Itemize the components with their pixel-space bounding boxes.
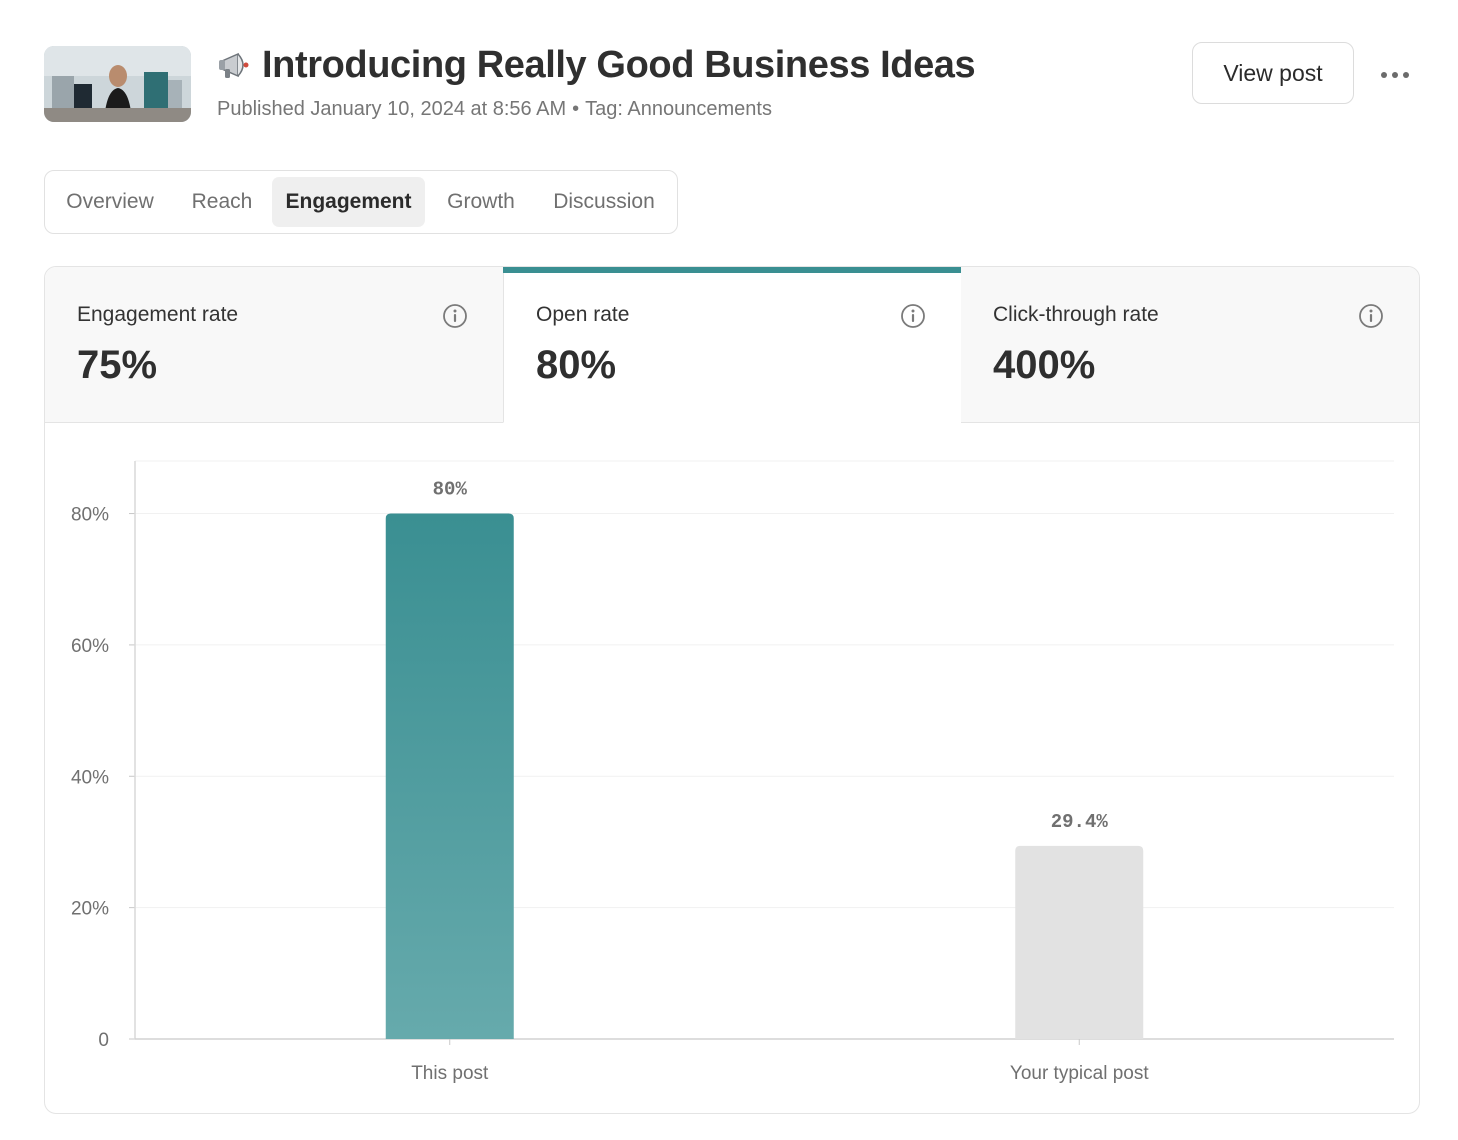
- bar-value-label: 29.4%: [1051, 811, 1109, 833]
- tab-reach[interactable]: Reach: [175, 177, 269, 227]
- analytics-tabs: Overview Reach Engagement Growth Discuss…: [44, 170, 678, 234]
- x-category-label: This post: [411, 1063, 489, 1084]
- bar-this-post: [385, 513, 514, 1039]
- tab-engagement[interactable]: Engagement: [272, 177, 425, 227]
- tab-growth[interactable]: Growth: [429, 177, 533, 227]
- megaphone-icon: [219, 52, 249, 78]
- y-tick-label: 0: [98, 1030, 109, 1051]
- y-tick-label: 60%: [71, 636, 109, 657]
- more-options-button[interactable]: [1372, 58, 1418, 92]
- y-tick-label: 20%: [71, 899, 109, 920]
- published-date: Published January 10, 2024 at 8:56 AM: [217, 98, 567, 120]
- post-thumbnail: [44, 46, 191, 122]
- post-tag: Tag: Announcements: [585, 98, 772, 120]
- page-title: Introducing Really Good Business Ideas: [262, 43, 976, 86]
- tab-overview[interactable]: Overview: [51, 177, 169, 227]
- tab-discussion[interactable]: Discussion: [537, 177, 671, 227]
- bar-value-label: 80%: [433, 479, 468, 501]
- x-category-label: Your typical post: [1010, 1063, 1149, 1084]
- y-tick-label: 40%: [71, 767, 109, 788]
- engagement-card: Engagement rate 75% Open rate 80% Click-…: [44, 266, 1420, 1114]
- open-rate-bar-chart: 0 20% 40% 60% 80% 80% This post 29.4% Your typic…: [71, 460, 1394, 1084]
- more-horizontal-icon: [1381, 72, 1409, 78]
- bar-typical-post: [1015, 845, 1144, 1039]
- post-title-row: Introducing Really Good Business Ideas: [216, 40, 976, 90]
- view-post-button[interactable]: View post: [1192, 42, 1354, 104]
- post-meta: Published January 10, 2024 at 8:56 AM • Ta…: [217, 98, 772, 121]
- meta-separator: •: [572, 98, 580, 120]
- y-tick-label: 80%: [71, 505, 109, 526]
